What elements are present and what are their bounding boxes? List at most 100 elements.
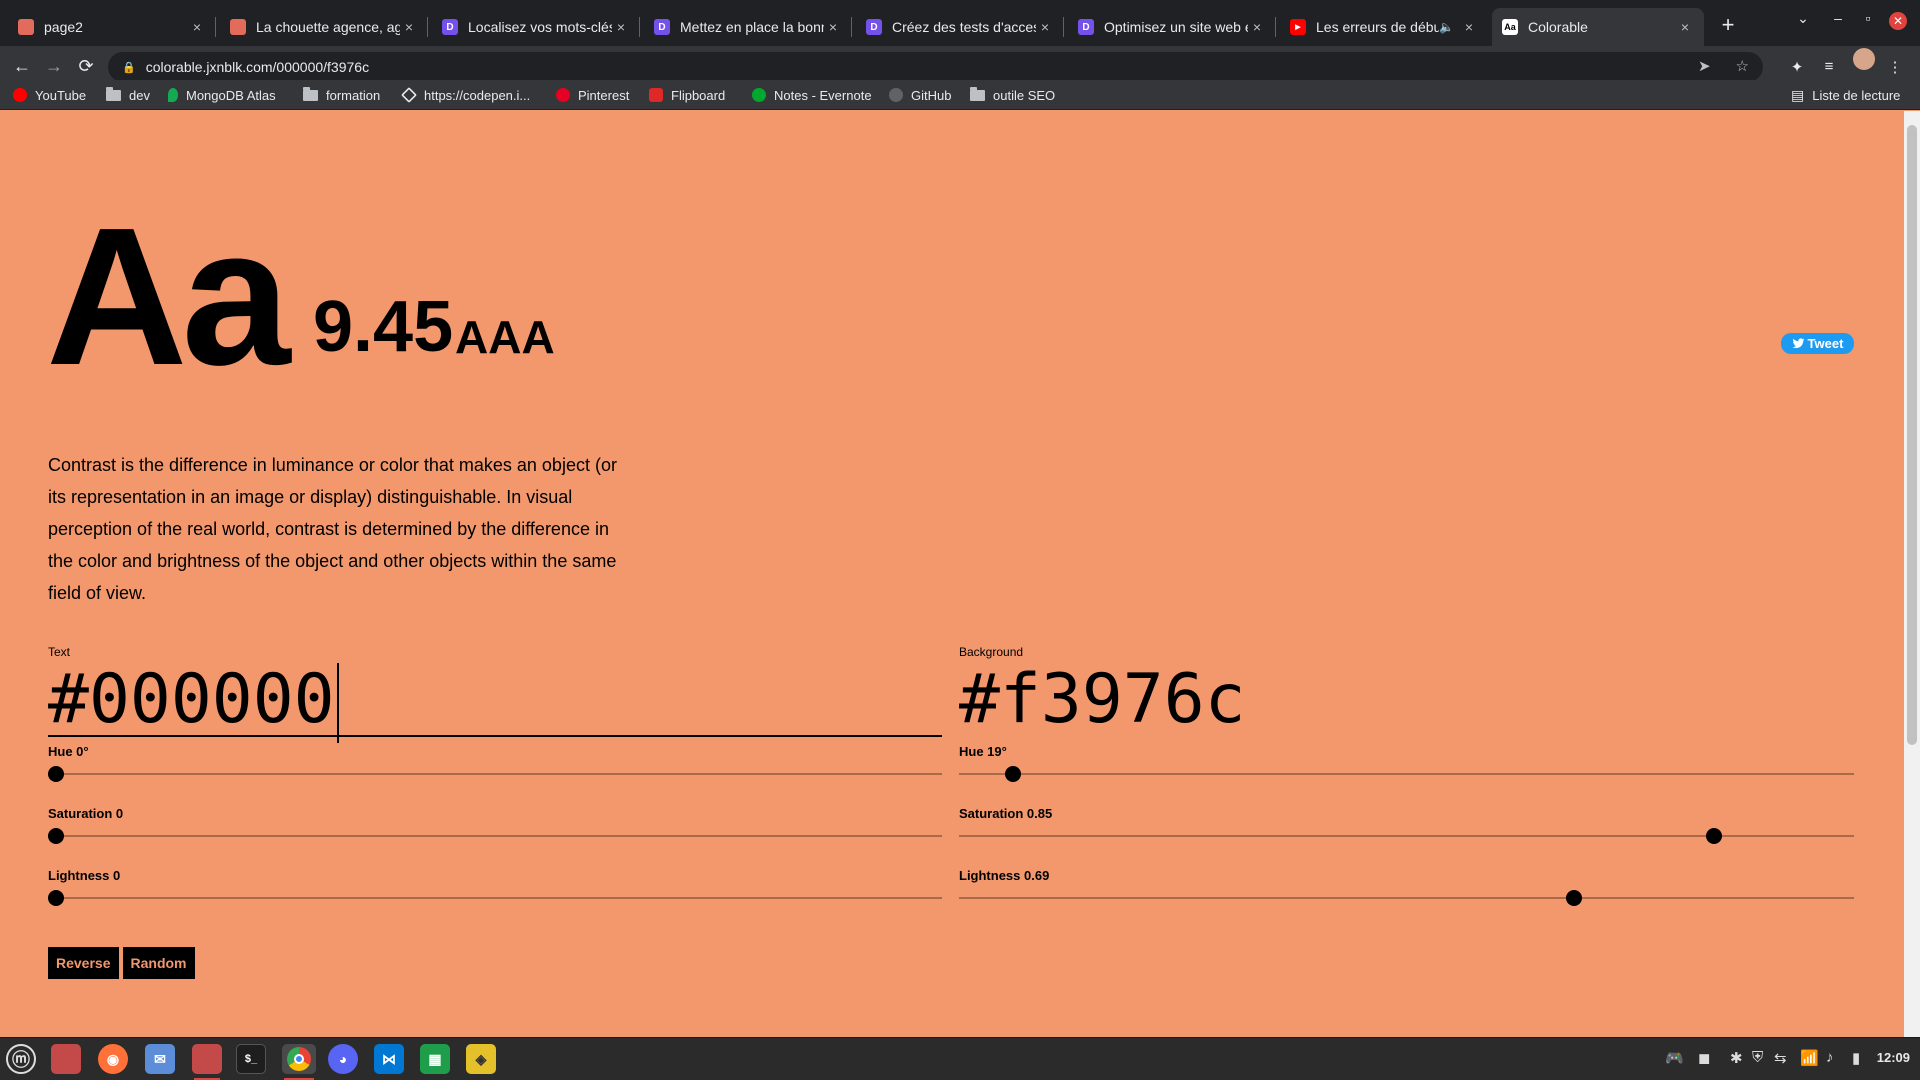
firefox-icon[interactable]: ◉ bbox=[98, 1044, 128, 1074]
shield-icon[interactable]: ⛨ bbox=[1752, 1049, 1763, 1066]
bookmark-folder-formation[interactable]: formation bbox=[303, 80, 380, 110]
browser-tab-bar: page2 × La chouette agence, agence × D L… bbox=[0, 0, 1920, 46]
bookmark-folder-outile-seo[interactable]: outile SEO bbox=[970, 80, 1055, 110]
bookmark-label: outile SEO bbox=[993, 87, 1056, 103]
tab-close-icon[interactable]: × bbox=[612, 19, 630, 35]
bookmark-mongodb-atlas[interactable]: MongoDB Atlas bbox=[168, 80, 276, 110]
bookmark-flipboard[interactable]: Flipboard bbox=[649, 80, 725, 110]
tab-localisez-mots-cles[interactable]: D Localisez vos mots-clés - × bbox=[432, 8, 640, 46]
text-hex-input[interactable]: #000000 bbox=[48, 663, 942, 744]
tab-optimisez-site-web[interactable]: D Optimisez un site web existant × bbox=[1068, 8, 1276, 46]
slider-track[interactable] bbox=[959, 773, 1854, 775]
slider-thumb[interactable] bbox=[48, 828, 64, 844]
extensions-icon[interactable]: ✦ bbox=[1786, 58, 1808, 76]
reading-list-button[interactable]: ▤ Liste de lecture bbox=[1791, 80, 1900, 110]
bookmark-codepen[interactable]: https://codepen.i... bbox=[401, 80, 531, 110]
address-bar[interactable]: 🔒 colorable.jxnblk.com/000000/f3976c ➤ ☆ bbox=[108, 52, 1763, 82]
file-manager-icon[interactable] bbox=[51, 1044, 81, 1074]
discord-tray-icon[interactable]: 🎮 bbox=[1665, 1049, 1684, 1067]
background-hex-input[interactable]: #f3976c bbox=[959, 663, 1854, 737]
bookmark-label: Flipboard bbox=[671, 87, 726, 103]
slider-track[interactable] bbox=[959, 897, 1854, 899]
text-lightness-slider[interactable]: Lightness 0 bbox=[48, 867, 942, 929]
maximize-button[interactable]: ▫ bbox=[1857, 10, 1879, 26]
profile-avatar[interactable] bbox=[1853, 48, 1875, 70]
slider-track[interactable] bbox=[48, 897, 942, 899]
forward-button[interactable]: → bbox=[42, 56, 66, 77]
bluetooth-icon[interactable]: ✱ bbox=[1730, 1049, 1743, 1067]
background-lightness-slider[interactable]: Lightness 0.69 bbox=[959, 867, 1854, 929]
media-control-icon[interactable]: ≡ bbox=[1818, 58, 1840, 75]
tab-close-icon[interactable]: × bbox=[1248, 19, 1266, 35]
close-window-button[interactable]: ✕ bbox=[1889, 12, 1907, 30]
tab-la-chouette-agence[interactable]: La chouette agence, agence × bbox=[220, 8, 428, 46]
slider-thumb[interactable] bbox=[1706, 828, 1723, 844]
tab-search-icon[interactable]: ⌄ bbox=[1792, 10, 1814, 27]
tab-page2[interactable]: page2 × bbox=[8, 8, 216, 46]
text-hue-slider[interactable]: Hue 0° bbox=[48, 743, 942, 805]
bookmark-pinterest[interactable]: Pinterest bbox=[556, 80, 629, 110]
slider-thumb[interactable] bbox=[48, 890, 64, 906]
minimize-button[interactable]: – bbox=[1827, 10, 1849, 26]
tab-label: Les erreurs de débutant bbox=[1316, 19, 1440, 35]
notification-tray-icon[interactable]: ◼ bbox=[1698, 1049, 1710, 1067]
bookmark-evernote[interactable]: Notes - Evernote bbox=[752, 80, 872, 110]
tab-close-icon[interactable]: × bbox=[400, 19, 418, 35]
slider-track[interactable] bbox=[48, 773, 942, 775]
lock-icon[interactable]: 🔒 bbox=[122, 61, 136, 74]
tab-close-icon[interactable]: × bbox=[1036, 19, 1054, 35]
random-button[interactable]: Random bbox=[122, 947, 195, 979]
bookmark-star-icon[interactable]: ☆ bbox=[1736, 58, 1749, 75]
battery-icon[interactable]: ▮ bbox=[1852, 1049, 1860, 1067]
network-icon[interactable]: ⇆ bbox=[1774, 1049, 1787, 1067]
vscode-icon[interactable]: ⋈ bbox=[374, 1044, 404, 1074]
files-icon[interactable] bbox=[192, 1044, 222, 1080]
scrollbar-thumb[interactable] bbox=[1907, 125, 1917, 745]
discord-icon[interactable]: ◕ bbox=[328, 1044, 358, 1074]
bookmark-github[interactable]: GitHub bbox=[889, 80, 951, 110]
tab-mettez-en-place[interactable]: D Mettez en place la bonne × bbox=[644, 8, 852, 46]
bookmark-label: dev bbox=[129, 87, 150, 103]
bookmark-label: YouTube bbox=[35, 87, 87, 103]
drawing-icon[interactable]: ◈ bbox=[466, 1044, 496, 1074]
tab-close-icon[interactable]: × bbox=[188, 19, 206, 35]
start-menu-icon[interactable]: ⓜ bbox=[6, 1044, 36, 1074]
audio-playing-icon[interactable]: 🔈 bbox=[1439, 20, 1454, 34]
mail-icon[interactable]: ✉ bbox=[145, 1044, 175, 1074]
bookmark-youtube[interactable]: YouTube bbox=[13, 80, 86, 110]
bookmark-label: https://codepen.i... bbox=[424, 87, 531, 103]
new-tab-button[interactable]: + bbox=[1716, 12, 1740, 38]
terminal-icon[interactable]: $_ bbox=[236, 1044, 266, 1074]
slider-thumb[interactable] bbox=[48, 766, 64, 782]
bookmark-folder-dev[interactable]: dev bbox=[106, 80, 150, 110]
colorable-page: Aa 9.45 AAA Tweet Contrast is the differ… bbox=[0, 111, 1904, 1037]
tab-close-icon[interactable]: × bbox=[1460, 19, 1478, 35]
tweet-button[interactable]: Tweet bbox=[1781, 333, 1854, 354]
tab-colorable[interactable]: Aa Colorable × bbox=[1492, 8, 1704, 46]
slider-thumb[interactable] bbox=[1005, 766, 1022, 782]
slider-thumb[interactable] bbox=[1565, 890, 1582, 906]
tab-close-icon[interactable]: × bbox=[1676, 19, 1694, 35]
background-hue-slider[interactable]: Hue 19° bbox=[959, 743, 1854, 805]
tab-close-icon[interactable]: × bbox=[824, 19, 842, 35]
send-to-device-icon[interactable]: ➤ bbox=[1698, 58, 1711, 75]
text-saturation-slider[interactable]: Saturation 0 bbox=[48, 805, 942, 867]
chrome-icon[interactable] bbox=[282, 1044, 316, 1080]
reload-button[interactable]: ⟳ bbox=[74, 56, 98, 77]
folder-icon bbox=[303, 86, 318, 101]
volume-icon[interactable]: ♪ bbox=[1826, 1049, 1834, 1066]
tab-label: Localisez vos mots-clés - bbox=[468, 19, 612, 35]
spreadsheet-icon[interactable]: ▦ bbox=[420, 1044, 450, 1074]
tab-les-erreurs-de-debutant[interactable]: ▶ Les erreurs de débutant 🔈 × bbox=[1280, 8, 1488, 46]
tab-creez-tests-accessibilite[interactable]: D Créez des tests d'accessibilité × bbox=[856, 8, 1064, 46]
page-scrollbar[interactable] bbox=[1904, 111, 1920, 1037]
clock[interactable]: 12:09 bbox=[1877, 1050, 1910, 1065]
wifi-icon[interactable]: 📶 bbox=[1800, 1049, 1819, 1067]
reverse-button[interactable]: Reverse bbox=[48, 947, 119, 979]
browser-menu-icon[interactable]: ⋮ bbox=[1884, 58, 1906, 76]
slider-track[interactable] bbox=[48, 835, 942, 837]
pinterest-icon bbox=[556, 88, 570, 102]
background-saturation-slider[interactable]: Saturation 0.85 bbox=[959, 805, 1854, 867]
bookmark-label: Notes - Evernote bbox=[774, 87, 872, 103]
back-button[interactable]: ← bbox=[10, 56, 34, 77]
